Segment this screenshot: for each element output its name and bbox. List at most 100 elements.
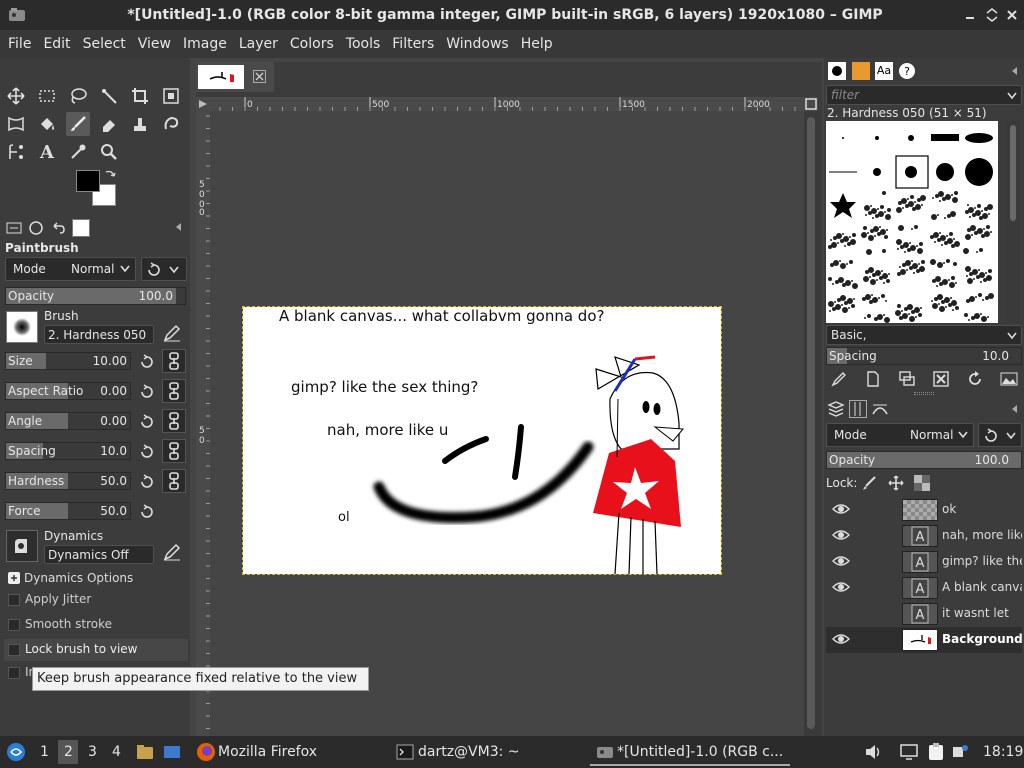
brush-swatch[interactable] [863,267,890,285]
edit-brush-icon[interactable] [162,323,182,343]
reset-icon[interactable] [138,383,156,401]
brush-grid-scrollbar[interactable] [1006,121,1020,323]
incremental-checkbox[interactable] [8,667,20,679]
lock-alpha-icon[interactable] [914,475,930,491]
paths-tool-icon[interactable] [4,140,28,164]
slider-force[interactable]: Force 50.0 [5,502,131,520]
workspace-1[interactable]: 1 [40,744,49,760]
gimp-app-icon[interactable] [8,7,26,23]
link-to-brush-icon[interactable] [162,379,186,403]
smooth-stroke-option[interactable]: Smooth stroke [4,614,188,636]
layer-mode-reset-combo[interactable] [978,423,1022,447]
close-icon[interactable] [1004,7,1020,23]
maximize-icon[interactable] [984,7,1000,23]
delete-brush-icon[interactable] [932,370,950,388]
configure-tab-icon[interactable] [174,222,184,232]
brush-preview[interactable] [6,311,38,343]
brush-swatch[interactable] [897,260,925,276]
brush-swatch[interactable] [931,134,959,141]
dynamics-preview[interactable] [6,530,38,562]
refresh-brushes-icon[interactable] [966,370,984,388]
reset-icon[interactable] [138,443,156,461]
brush-tag-combo[interactable]: Basic, [826,325,1022,345]
brush-swatch[interactable] [965,266,992,284]
brush-swatch[interactable] [963,225,992,254]
menu-edit[interactable]: Edit [37,30,76,58]
ruler-corner-icon[interactable] [196,97,210,111]
brush-swatch[interactable] [873,168,881,176]
close-tab-icon[interactable] [253,70,266,83]
layer-row[interactable]: Background [826,627,1022,653]
eye-icon[interactable] [832,632,850,646]
slider-size[interactable]: Size 10.00 [5,352,131,370]
tool-options-tab-icon[interactable] [6,220,22,236]
link-to-brush-icon[interactable] [162,469,186,493]
edit-brush-icon[interactable] [830,370,848,388]
brush-swatch[interactable] [864,191,891,220]
eye-icon[interactable] [832,580,850,594]
layer-mode-combo[interactable]: Mode Normal [826,423,974,447]
link-to-brush-icon[interactable] [162,439,186,463]
slider-spacing[interactable]: Spacing 10.0 [5,442,131,460]
brush-swatch[interactable] [930,232,960,248]
edit-dynamics-icon[interactable] [162,542,182,562]
visibility-toggle[interactable] [832,606,850,620]
vertical-scrollbar[interactable] [804,111,818,736]
brush-swatch[interactable] [965,158,993,186]
brush-swatch[interactable] [905,166,917,178]
volume-icon[interactable] [864,744,882,760]
document-history-tab-icon[interactable]: ? [898,62,916,80]
layer-row[interactable]: Agimp? like the [826,549,1022,575]
brush-swatch[interactable] [931,294,959,312]
duplicate-brush-icon[interactable] [898,370,916,388]
configure-tab-icon[interactable] [1010,66,1020,76]
minimize-icon[interactable] [962,7,978,23]
brush-name-field[interactable]: 2. Hardness 050 [44,325,154,344]
brush-spacing-slider[interactable]: Spacing 10.0 [826,347,1022,365]
menu-layer[interactable]: Layer [233,30,284,58]
eraser-tool-icon[interactable] [97,112,121,136]
layer-row[interactable]: Ait wasnt let [826,601,1022,627]
reset-icon[interactable] [138,503,156,521]
layer-row[interactable]: ok [826,497,1022,523]
display-icon[interactable] [900,744,918,760]
brush-swatch[interactable] [908,135,914,141]
menu-image[interactable]: Image [177,30,233,58]
eye-icon[interactable] [832,528,850,542]
menu-help[interactable]: Help [515,30,559,58]
configure-tab-icon[interactable] [1010,404,1020,414]
reset-icon[interactable] [138,413,156,431]
smooth-stroke-checkbox[interactable] [8,619,20,631]
warp-transform-tool-icon[interactable] [4,112,28,136]
scrollbar-thumb[interactable] [807,117,815,729]
image-tab[interactable] [196,62,274,92]
move-tool-icon[interactable] [4,84,28,108]
zoom-tool-icon[interactable] [97,140,121,164]
mode-reset-combo[interactable] [141,257,187,281]
brush-swatch[interactable] [895,304,922,322]
swap-colors-icon[interactable] [104,168,116,180]
quick-mask-icon[interactable] [804,97,818,111]
slider-hardness[interactable]: Hardness 50.0 [5,472,131,490]
menu-file[interactable]: File [2,30,37,58]
apply-jitter-checkbox[interactable] [8,594,20,606]
slider-aspect-ratio[interactable]: Aspect Ratio 0.00 [5,382,131,400]
menu-colors[interactable]: Colors [284,30,340,58]
layers-tab-icon[interactable] [827,400,845,418]
menu-tools[interactable]: Tools [340,30,387,58]
network-icon[interactable] [952,744,970,760]
layer-opacity-slider[interactable]: Opacity 100.0 [826,451,1022,469]
start-menu-icon[interactable] [6,742,26,762]
lock-position-icon[interactable] [888,475,904,491]
brush-swatch[interactable] [830,193,856,218]
layer-row[interactable]: Anah, more like [826,523,1022,549]
apply-jitter-option[interactable]: Apply Jitter [4,589,188,611]
scrollbar-thumb[interactable] [1010,125,1016,221]
lock-brush-checkbox[interactable] [8,644,20,656]
link-to-brush-icon[interactable] [162,349,186,373]
slider-angle[interactable]: Angle 0.00 [5,412,131,430]
brush-swatch[interactable] [936,163,954,181]
reset-icon[interactable] [138,353,156,371]
reset-icon[interactable] [138,473,156,491]
device-status-tab-icon[interactable] [28,220,44,236]
